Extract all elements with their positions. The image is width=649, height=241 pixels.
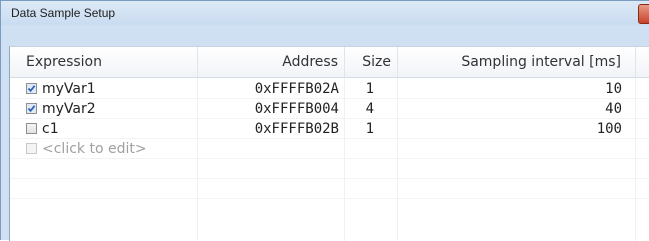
- new-row[interactable]: <click to edit>: [10, 139, 649, 159]
- column-header-expression[interactable]: Expression: [10, 47, 198, 78]
- cell-sampling-interval[interactable]: 100: [398, 119, 636, 139]
- title-bar[interactable]: Data Sample Setup: [1, 1, 649, 25]
- table-row[interactable]: myVar1 0xFFFFB02A 1 10: [10, 79, 649, 99]
- data-sample-setup-window: Data Sample Setup Expression Address Siz…: [0, 0, 649, 241]
- table-row[interactable]: c1 0xFFFFB02B 1 100: [10, 119, 649, 139]
- cell-address: 0xFFFFB004: [254, 101, 339, 117]
- cell-sampling-interval[interactable]: 40: [398, 99, 636, 119]
- cell-size: 1: [365, 121, 374, 137]
- cell-size: 4: [365, 101, 374, 117]
- new-row-placeholder[interactable]: <click to edit>: [10, 139, 198, 159]
- table-row[interactable]: myVar2 0xFFFFB004 4 40: [10, 99, 649, 119]
- cell-size: 1: [365, 81, 374, 97]
- cell-expression[interactable]: c1: [10, 119, 198, 139]
- cell-address: 0xFFFFB02A: [254, 81, 339, 97]
- cell-expression[interactable]: myVar1: [10, 79, 198, 99]
- grid-header: Expression Address Size Sampling interva…: [10, 46, 649, 78]
- cell-sampling-interval[interactable]: 10: [398, 79, 636, 99]
- window-title: Data Sample Setup: [11, 6, 116, 20]
- cell-address: 0xFFFFB02B: [254, 121, 339, 137]
- column-header-size[interactable]: Size: [345, 47, 398, 78]
- close-button[interactable]: [638, 4, 649, 24]
- column-header-filler: [636, 47, 649, 78]
- cell-expression[interactable]: myVar2: [10, 99, 198, 119]
- column-header-address[interactable]: Address: [198, 47, 345, 78]
- column-header-sampling-interval[interactable]: Sampling interval [ms]: [398, 47, 636, 78]
